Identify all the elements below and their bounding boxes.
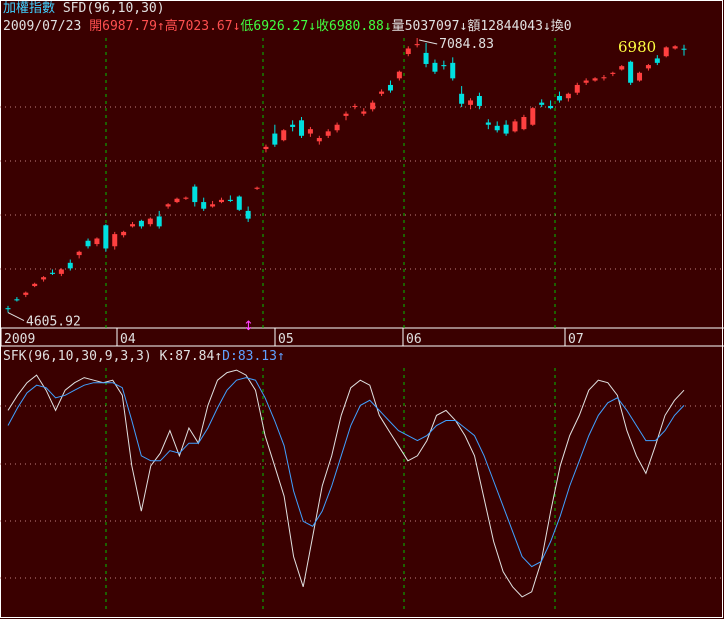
candle-body[interactable] (565, 93, 571, 99)
candle-body[interactable] (485, 122, 491, 125)
candle-body[interactable] (94, 238, 100, 245)
candle-body[interactable] (663, 47, 669, 57)
candle-body[interactable] (476, 96, 482, 106)
candle-body[interactable] (654, 58, 660, 63)
candle-body[interactable] (23, 292, 29, 295)
candle-body[interactable] (405, 48, 411, 55)
candle-body[interactable] (343, 113, 349, 116)
candle-body[interactable] (254, 187, 260, 189)
candle-body[interactable] (610, 72, 616, 74)
candle-body[interactable] (503, 124, 509, 134)
candle-body[interactable] (5, 308, 11, 310)
candle-body[interactable] (414, 44, 420, 46)
candle-body[interactable] (556, 96, 562, 101)
candle-body[interactable] (210, 204, 216, 207)
candle-body[interactable] (49, 272, 55, 274)
candle-body[interactable] (619, 66, 625, 70)
candle-body[interactable] (192, 186, 198, 203)
kd-lines[interactable] (7, 369, 685, 598)
candle-body[interactable] (165, 204, 171, 207)
candle-body[interactable] (494, 125, 500, 131)
candle-body[interactable] (628, 61, 634, 83)
candle-body[interactable] (645, 65, 651, 69)
candle-body[interactable] (334, 124, 340, 131)
x-tick-label: 06 (406, 332, 422, 347)
candle-body[interactable] (156, 216, 162, 227)
candle-body[interactable] (263, 146, 269, 150)
candle-body[interactable] (681, 48, 687, 50)
candle-body[interactable] (307, 129, 313, 134)
chart-frame (0, 0, 724, 618)
candle-body[interactable] (299, 120, 305, 136)
candle-body[interactable] (281, 130, 287, 141)
x-tick-label: 05 (278, 332, 294, 347)
candle-body[interactable] (227, 199, 233, 201)
candle-body[interactable] (379, 91, 385, 94)
grid-lines (0, 38, 724, 610)
candle-body[interactable] (583, 80, 589, 83)
candle-body[interactable] (574, 84, 580, 93)
price-annotations: 7084.83 4605.92 6980 ↕ (7, 37, 656, 334)
candle-body[interactable] (14, 299, 20, 301)
x-tick-label: 07 (568, 332, 584, 347)
x-tick-label: 2009 (4, 332, 35, 347)
candle-body[interactable] (450, 62, 456, 79)
candle-body[interactable] (138, 220, 144, 227)
candle-body[interactable] (361, 111, 367, 114)
max-price-leader (419, 39, 438, 45)
candle-body[interactable] (32, 283, 38, 287)
candle-body[interactable] (637, 72, 643, 81)
candle-body[interactable] (521, 116, 527, 130)
candle-body[interactable] (672, 46, 678, 49)
candle-body[interactable] (121, 231, 127, 236)
candle-body[interactable] (459, 93, 465, 104)
candle-body[interactable] (58, 269, 64, 274)
candle-body[interactable] (316, 137, 322, 142)
price-candles[interactable] (5, 38, 687, 313)
last-price-label: 6980 (618, 38, 656, 56)
candle-body[interactable] (592, 78, 598, 81)
chart-window: { "header": { "index_name": "加權指數", "pri… (0, 0, 724, 619)
candle-body[interactable] (76, 251, 82, 256)
candle-body[interactable] (85, 240, 91, 247)
chart-canvas[interactable]: 2009 04 05 06 07 7084.83 4605.92 6980 ↕ (0, 0, 724, 619)
candle-body[interactable] (396, 71, 402, 79)
candle-body[interactable] (548, 105, 554, 109)
candle-body[interactable] (147, 218, 153, 225)
candle-body[interactable] (441, 65, 447, 67)
candle-body[interactable] (468, 100, 474, 105)
cursor-marker-icon[interactable]: ↕ (243, 319, 254, 334)
k-line[interactable] (7, 369, 685, 598)
x-tick-labels: 2009 04 05 06 07 (0, 328, 584, 347)
candle-body[interactable] (290, 124, 296, 127)
candle-body[interactable] (530, 108, 536, 125)
candle-body[interactable] (512, 121, 518, 132)
candle-body[interactable] (112, 234, 118, 247)
outer-border (0, 0, 723, 618)
candle-body[interactable] (130, 224, 136, 227)
candle-body[interactable] (174, 198, 180, 203)
candle-body[interactable] (352, 105, 358, 108)
candle-body[interactable] (423, 52, 429, 64)
candle-body[interactable] (103, 225, 109, 249)
candle-body[interactable] (272, 133, 278, 145)
min-price-leader (7, 312, 25, 321)
candle-body[interactable] (432, 62, 438, 72)
candle-body[interactable] (183, 197, 189, 199)
candle-body[interactable] (218, 199, 224, 203)
candle-body[interactable] (325, 131, 331, 136)
candle-body[interactable] (370, 102, 376, 110)
candle-body[interactable] (387, 84, 393, 91)
candle-body[interactable] (67, 262, 73, 269)
x-tick-label: 04 (120, 332, 136, 347)
candle-body[interactable] (539, 102, 545, 105)
candle-body[interactable] (601, 77, 607, 79)
candle-body[interactable] (245, 210, 251, 219)
max-price-label: 7084.83 (439, 37, 494, 52)
candle-body[interactable] (236, 196, 242, 210)
candle-body[interactable] (41, 277, 47, 280)
min-price-label: 4605.92 (26, 315, 81, 330)
candle-body[interactable] (201, 202, 207, 209)
